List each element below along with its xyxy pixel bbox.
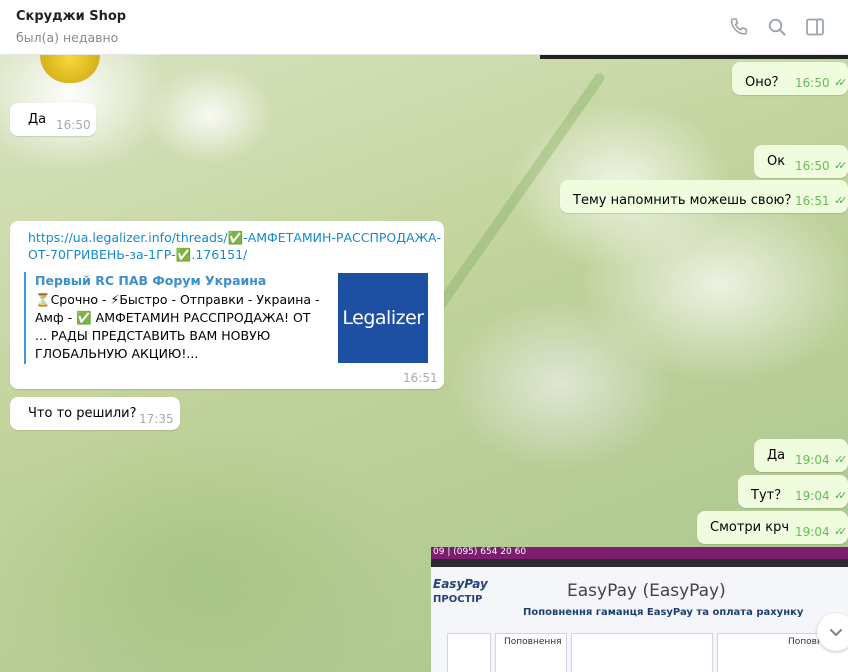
photo-tile xyxy=(571,633,713,672)
message-outgoing[interactable]: Да 19:04 ✓✓ xyxy=(754,439,848,472)
message-time: 16:51 xyxy=(795,194,830,208)
photo-tile xyxy=(447,633,491,672)
photo-tile: Поповнення xyxy=(495,633,567,672)
message-time: 16:50 xyxy=(56,118,91,132)
chevron-down-icon xyxy=(830,629,842,636)
message-text: Оно？ xyxy=(745,75,785,90)
double-check-icon: ✓✓ xyxy=(834,453,848,466)
message-text: Да xyxy=(28,112,47,127)
photo-topbar: 09 | (095) 654 20 60 xyxy=(431,547,848,559)
easypay-logo: EasyPay xyxy=(433,577,488,591)
message-time: 19:04 xyxy=(795,525,830,539)
photo-tile-label: Поповнення xyxy=(504,637,562,647)
photo-caption: Поповнення гаманця EasyPay та оплата рах… xyxy=(523,607,804,618)
message-time: 16:50 xyxy=(795,76,830,90)
message-incoming[interactable]: Да 16:50 xyxy=(10,103,96,136)
preview-thumbnail: Legalizer xyxy=(338,273,428,363)
message-link[interactable]: https://ua.legalizer.info/threads/✅-АМФЕ… xyxy=(28,229,441,263)
preview-title: Первый RC ПАВ Форум Украина xyxy=(35,273,267,288)
message-text: Ок xyxy=(767,154,786,169)
chat-header: Скруджи Shop был(а) недавно xyxy=(0,0,848,55)
easypay-logo-sub: ПРОСТІР xyxy=(433,594,483,605)
link-line[interactable]: https://ua.legalizer.info/threads/✅-АМФЕ… xyxy=(28,229,441,246)
double-check-icon: ✓✓ xyxy=(834,159,848,172)
search-icon[interactable] xyxy=(766,16,788,38)
scroll-down-button[interactable] xyxy=(817,613,848,651)
double-check-icon: ✓✓ xyxy=(834,76,848,89)
message-text: Смотри крч xyxy=(710,520,790,535)
message-text: Что то решили? xyxy=(28,406,137,421)
message-list[interactable]: Оно？ 16:50 ✓✓ Да 16:50 Ок 16:50 ✓✓ Тему … xyxy=(0,55,848,672)
message-incoming[interactable]: Что то решили? 17:35 xyxy=(10,397,180,430)
message-time: 19:04 xyxy=(795,489,830,503)
message-photo[interactable]: 09 | (095) 654 20 60 EasyPay ПРОСТІР Eas… xyxy=(431,547,848,672)
message-outgoing[interactable]: Ок 16:50 ✓✓ xyxy=(754,145,848,178)
photo-topbar-text: 09 | (095) 654 20 60 xyxy=(433,547,527,557)
message-text: Да xyxy=(767,448,786,463)
sidebar-toggle-icon[interactable] xyxy=(804,16,826,38)
telegram-chat-window: Скруджи Shop был(а) недавно Оно？ 16:50 ✓… xyxy=(0,0,848,672)
wallpaper-flower xyxy=(40,55,100,83)
message-time: 16:51 xyxy=(403,371,438,385)
message-text: Тут？ xyxy=(751,488,788,503)
message-outgoing[interactable]: Смотри крч 19:04 ✓✓ xyxy=(697,511,848,544)
double-check-icon: ✓✓ xyxy=(834,525,848,538)
message-time: 17:35 xyxy=(139,412,174,426)
double-check-icon: ✓✓ xyxy=(834,489,848,502)
photo-frame xyxy=(431,559,848,567)
message-time: 19:04 xyxy=(795,453,830,467)
link-preview[interactable]: Первый RC ПАВ Форум Украина ⏳Срочно - ⚡Б… xyxy=(24,272,428,364)
preview-description: ⏳Срочно - ⚡Быстро - Отправки - Украина -… xyxy=(35,292,320,361)
message-text: Тему напомнить можешь свою？ xyxy=(573,193,798,208)
message-incoming-link[interactable]: https://ua.legalizer.info/threads/✅-АМФЕ… xyxy=(10,221,444,389)
photo-screen-title: EasyPay (EasyPay) xyxy=(567,581,726,601)
phone-icon[interactable] xyxy=(728,16,750,38)
message-outgoing[interactable]: Тут？ 19:04 ✓✓ xyxy=(738,475,848,508)
message-time: 16:50 xyxy=(795,159,830,173)
message-outgoing[interactable]: Оно？ 16:50 ✓✓ xyxy=(732,62,848,95)
chat-status: был(а) недавно xyxy=(16,30,119,45)
chat-title[interactable]: Скруджи Shop xyxy=(16,9,126,24)
link-line[interactable]: ОТ-70ГРИВЕНЬ-за-1ГР-✅.176151/ xyxy=(28,246,441,263)
double-check-icon: ✓✓ xyxy=(834,194,848,207)
previous-photo-edge xyxy=(540,55,848,59)
message-outgoing[interactable]: Тему напомнить можешь свою？ 16:51 ✓✓ xyxy=(560,180,848,213)
preview-thumb-logo: Legalizer xyxy=(342,307,424,329)
